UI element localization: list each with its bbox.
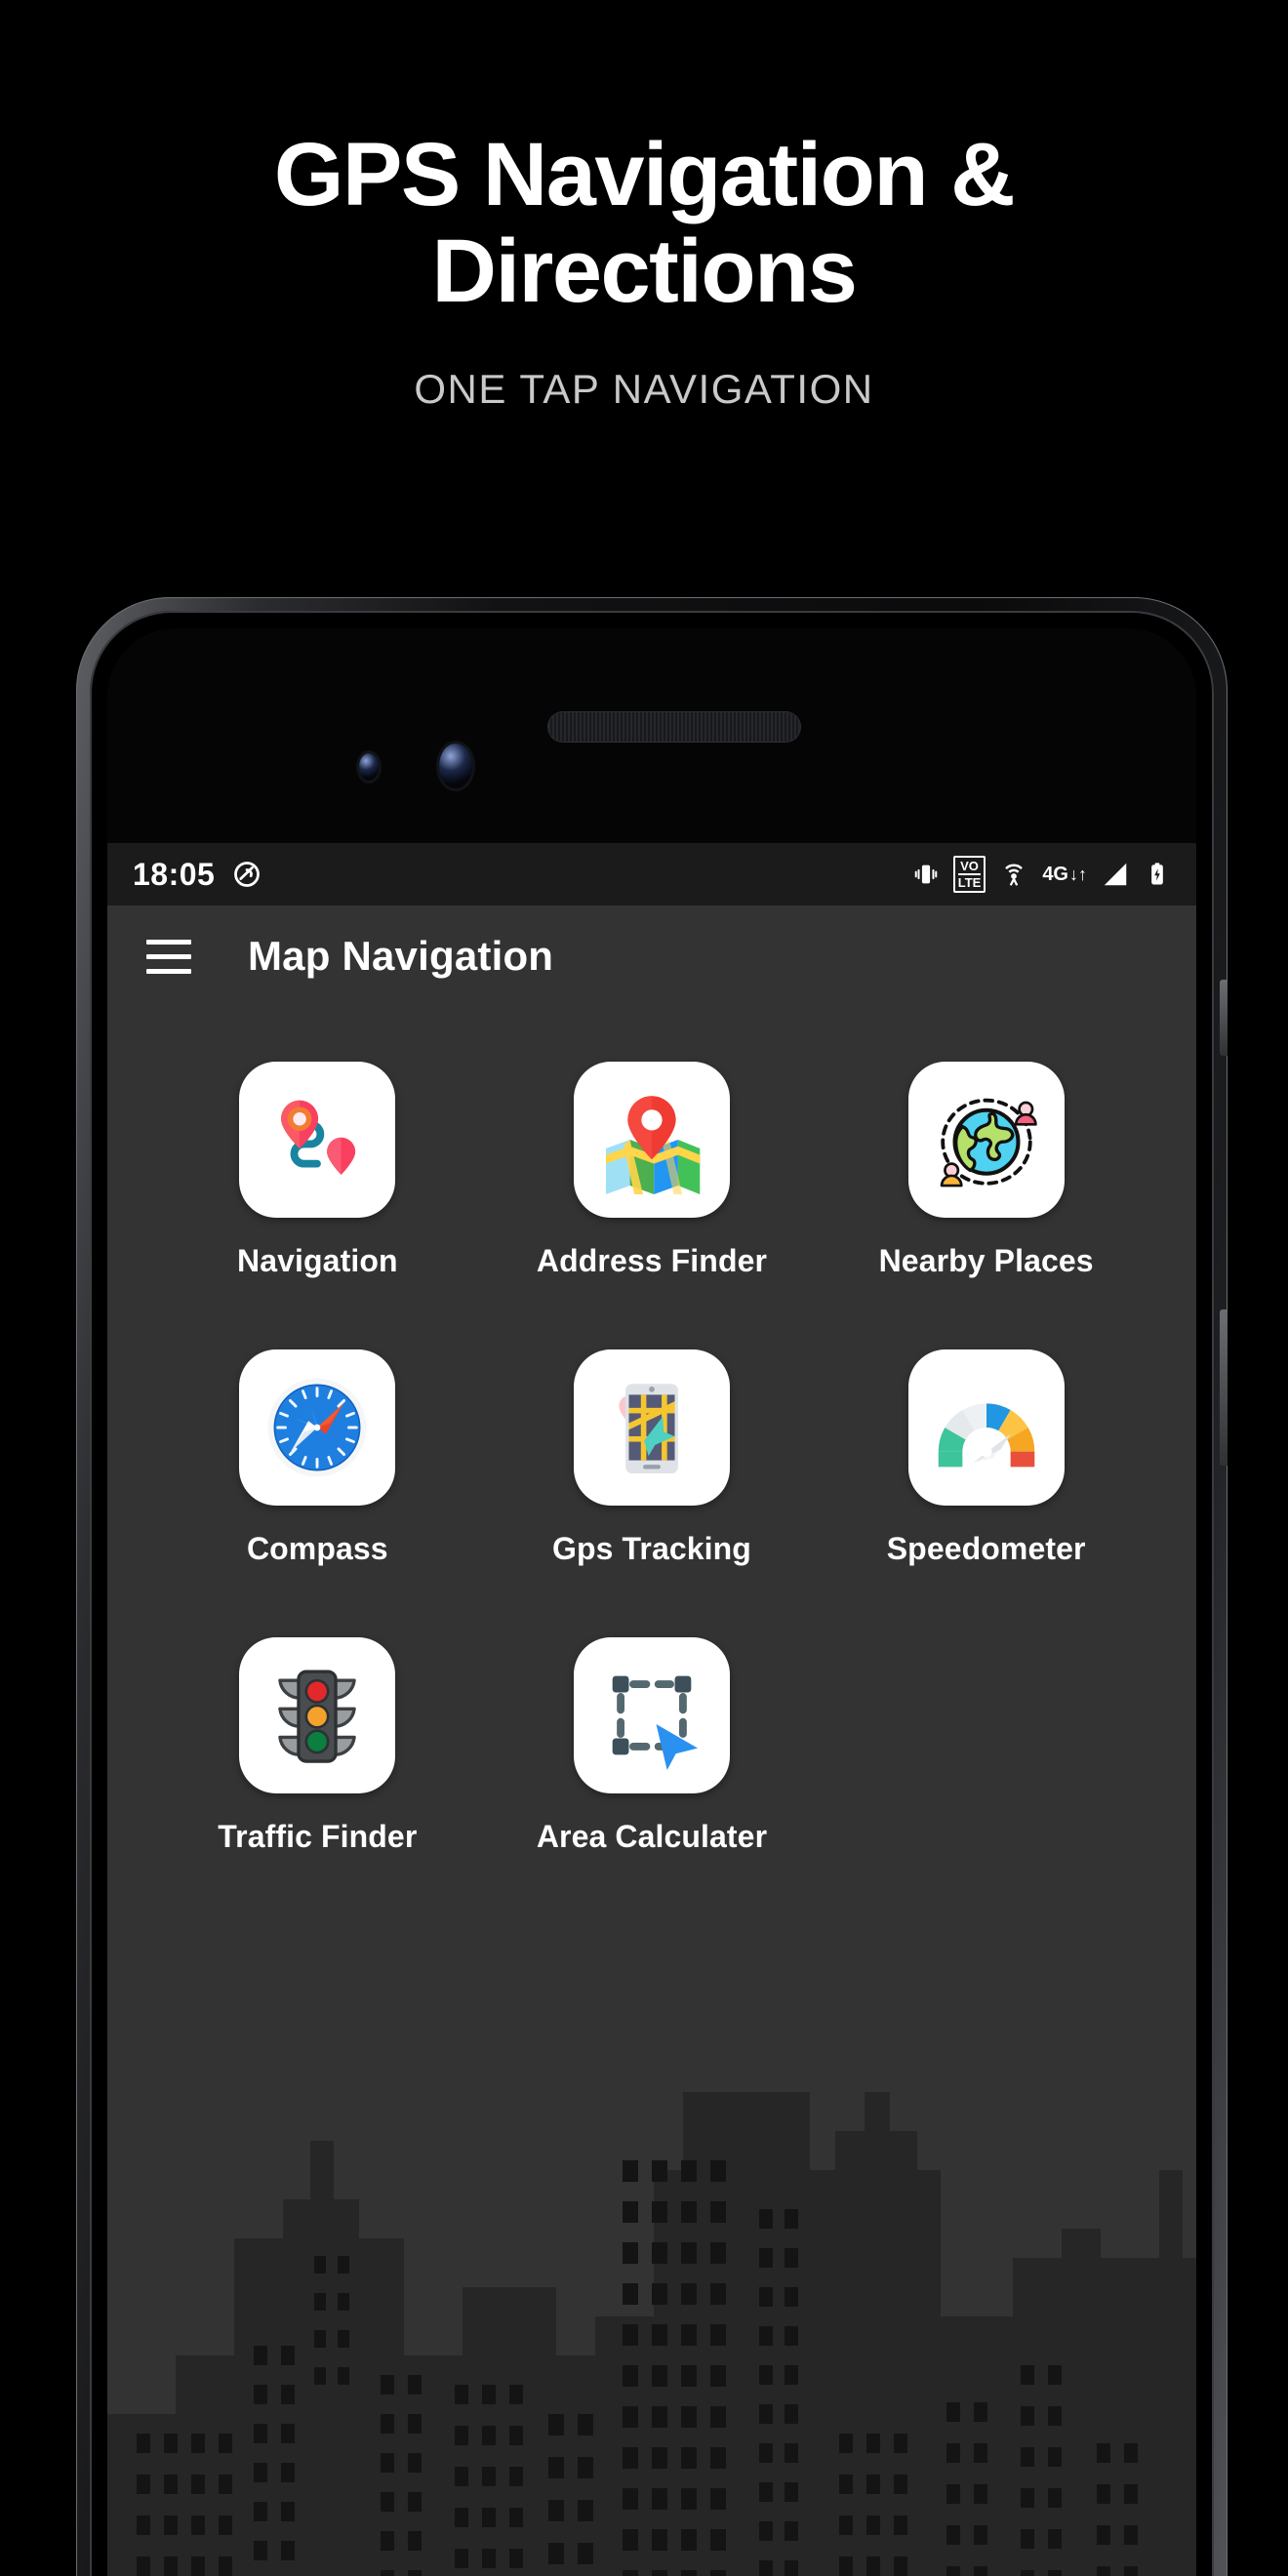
app-bar-title: Map Navigation [248, 933, 554, 979]
volte-top-label: VO [957, 860, 982, 875]
grid-item-speedometer[interactable]: Speedometer [819, 1349, 1153, 1567]
front-camera-secondary-icon [359, 753, 379, 781]
compass-icon [239, 1349, 396, 1506]
signal-bars-icon [1104, 863, 1127, 886]
phone-side-button-lower [1220, 1309, 1228, 1466]
battery-charging-icon [1151, 863, 1163, 885]
phone-map-arrow-icon [573, 1349, 730, 1506]
grid-item-gps-tracking[interactable]: Gps Tracking [485, 1349, 820, 1567]
grid-item-nearby-places[interactable]: Nearby Places [819, 1062, 1153, 1279]
grid-item-address-finder[interactable]: Address Finder [485, 1062, 820, 1279]
front-camera-primary-icon [439, 744, 472, 788]
grid-item-label: Speedometer [886, 1531, 1086, 1566]
grid-item-label: Address Finder [536, 1243, 768, 1278]
grid-item-compass[interactable]: Compass [150, 1349, 485, 1567]
grid-item-label: Traffic Finder [218, 1819, 418, 1854]
dnd-slash-circle-icon [234, 862, 261, 887]
device-screen: 18:05 VO LTE 4G ↓↑ Map Navigation Naviga… [107, 843, 1196, 2576]
hotspot-icon [1005, 864, 1024, 886]
phone-frame: 18:05 VO LTE 4G ↓↑ Map Navigation Naviga… [76, 597, 1228, 2576]
dashed-square-cursor-icon [573, 1637, 730, 1793]
app-content: Navigation Address Finder Nearby Places … [107, 1007, 1196, 2576]
globe-people-icon [907, 1062, 1065, 1218]
grid-item-navigation[interactable]: Navigation [150, 1062, 485, 1279]
network-type-label: 4G [1042, 864, 1068, 885]
status-bar: 18:05 VO LTE 4G ↓↑ [107, 843, 1196, 906]
promo-screenshot: GPS Navigation & Directions ONE TAP NAVI… [0, 0, 1288, 2576]
app-grid: Navigation Address Finder Nearby Places … [107, 1007, 1196, 1855]
status-left-icons [232, 860, 262, 889]
phone-screen-bezel: 18:05 VO LTE 4G ↓↑ Map Navigation Naviga… [90, 611, 1214, 2576]
grid-item-label: Area Calculater [536, 1819, 768, 1854]
status-time: 18:05 [133, 856, 216, 892]
app-bar: Map Navigation [107, 906, 1196, 1007]
phone-top-bezel [107, 628, 1196, 843]
grid-item-label: Gps Tracking [552, 1531, 751, 1566]
traffic-light-icon [239, 1637, 396, 1793]
volte-icon: VO LTE [952, 856, 986, 893]
data-arrows-label: ↓↑ [1069, 865, 1087, 884]
city-skyline-silhouette [107, 2092, 1196, 2576]
earpiece-speaker-icon [548, 712, 800, 742]
grid-item-label: Nearby Places [878, 1243, 1094, 1278]
map-pin-folded-map-icon [573, 1062, 730, 1218]
promo-title: GPS Navigation & Directions [273, 125, 1016, 322]
promo-header: GPS Navigation & Directions ONE TAP NAVI… [0, 125, 1288, 413]
grid-item-traffic-finder[interactable]: Traffic Finder [150, 1637, 485, 1855]
grid-item-label: Navigation [237, 1243, 398, 1278]
hamburger-menu-icon[interactable] [146, 939, 191, 974]
vibrate-icon [914, 865, 937, 884]
phone-side-button-upper [1220, 980, 1228, 1056]
gauge-icon [907, 1349, 1065, 1506]
grid-item-label: Compass [246, 1531, 388, 1566]
promo-subtitle: ONE TAP NAVIGATION [414, 365, 874, 412]
volte-bottom-label: LTE [957, 875, 982, 890]
network-type-icon: 4G ↓↑ [1042, 865, 1087, 884]
status-right-icons: VO LTE 4G ↓↑ [912, 856, 1171, 893]
route-pins-icon [239, 1062, 396, 1218]
grid-item-area-calculator[interactable]: Area Calculater [485, 1637, 820, 1855]
